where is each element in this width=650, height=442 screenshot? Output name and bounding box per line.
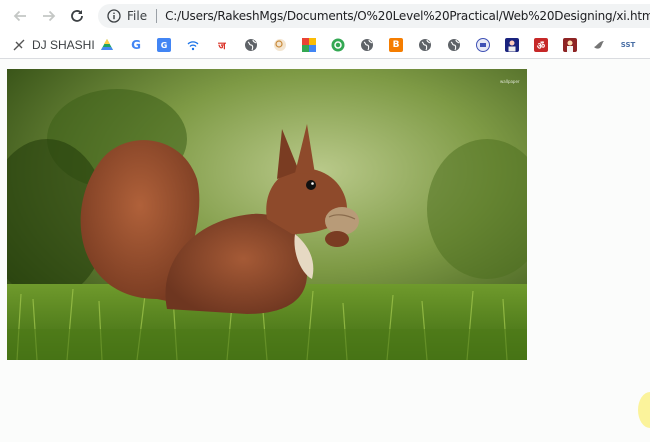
divider: [156, 9, 158, 23]
bookmark-dj-shashi[interactable]: DJ SHASHI: [12, 37, 95, 53]
search-site-icon: [273, 38, 287, 52]
bookmark-hindi-site[interactable]: ज: [215, 37, 229, 53]
bookmark-bird-site[interactable]: [592, 37, 606, 53]
emblem-icon: [476, 38, 490, 52]
colorful-grid-icon: [302, 38, 316, 52]
globe-icon: [360, 38, 374, 52]
bookmark-person-site[interactable]: [563, 37, 577, 53]
globe-icon: [244, 38, 258, 52]
globe-icon: [447, 38, 461, 52]
sst-icon: SST: [620, 41, 636, 49]
bookmark-om-site[interactable]: ॐ: [534, 37, 548, 53]
translate-icon: G: [157, 38, 171, 52]
red-squirrel-photo: wallpaper: [7, 69, 527, 360]
bookmark-label: DJ SHASHI: [32, 38, 95, 52]
browser-toolbar: File C:/Users/RakeshMgs/Documents/O%20Le…: [0, 0, 650, 31]
bookmark-sst[interactable]: SST: [620, 37, 636, 53]
bookmark-search-site[interactable]: [273, 37, 287, 53]
music-icon: [12, 38, 26, 52]
google-icon: G: [131, 38, 141, 52]
page-content: wallpaper: [0, 60, 650, 442]
reload-icon: [71, 10, 83, 22]
bird-icon: [592, 38, 606, 52]
om-icon: ॐ: [534, 38, 548, 52]
bookmark-wifi[interactable]: [186, 37, 200, 53]
portrait-icon: [505, 38, 519, 52]
bookmark-emblem-site[interactable]: [476, 37, 490, 53]
bookmarks-bar: DJ SHASHI G G ज B ॐ SST: [0, 31, 650, 59]
back-button[interactable]: [9, 5, 31, 27]
forward-button[interactable]: [38, 5, 60, 27]
bookmark-blogger[interactable]: B: [389, 37, 403, 53]
wifi-icon: [186, 38, 200, 52]
bookmark-portrait-site[interactable]: [505, 37, 519, 53]
drive-icon: [100, 38, 114, 52]
bookmark-site-1[interactable]: [244, 37, 258, 53]
arrow-left-icon: [13, 10, 26, 22]
bookmark-site-2[interactable]: [360, 37, 374, 53]
blogger-icon: B: [389, 38, 403, 52]
url-text[interactable]: C:/Users/RakeshMgs/Documents/O%20Level%2…: [165, 9, 650, 23]
green-circle-icon: [331, 38, 345, 52]
watermark-text: wallpaper: [500, 79, 520, 84]
bookmark-green-site[interactable]: [331, 37, 345, 53]
bookmark-site-4[interactable]: [447, 37, 461, 53]
info-icon[interactable]: [107, 9, 121, 23]
arrow-right-icon: [43, 10, 56, 22]
hindi-site-icon: ज: [218, 41, 226, 52]
reload-button[interactable]: [66, 5, 88, 27]
bookmark-drive[interactable]: [100, 37, 114, 53]
globe-icon: [418, 38, 432, 52]
url-scheme-label: File: [127, 9, 148, 23]
bookmark-site-3[interactable]: [418, 37, 432, 53]
bookmark-translate[interactable]: G: [157, 37, 171, 53]
bookmark-google[interactable]: G: [129, 37, 143, 53]
cursor-highlight: [638, 392, 650, 428]
address-bar[interactable]: File C:/Users/RakeshMgs/Documents/O%20Le…: [98, 4, 650, 28]
person-icon: [563, 38, 577, 52]
bookmark-grid-site[interactable]: [302, 37, 316, 53]
